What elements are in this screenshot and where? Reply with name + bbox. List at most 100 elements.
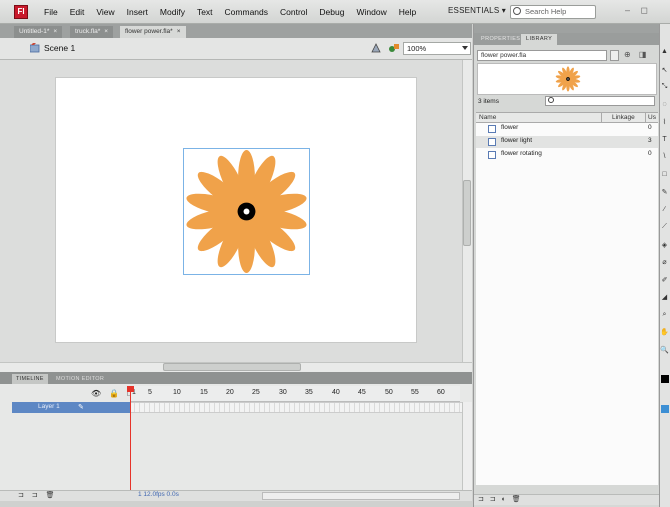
preview-flower [555,66,581,92]
menu-edit[interactable]: Edit [64,7,91,17]
scene-label[interactable]: Scene 1 [44,43,75,53]
column-divider[interactable] [645,113,646,123]
layer-row[interactable] [12,402,130,413]
tab-flower-power[interactable]: flower power.fla* × [120,26,186,38]
tab-label: flower power.fla* [125,28,173,35]
col-use-count[interactable]: Us [648,114,656,121]
tool-icon[interactable]: ◌ [660,101,669,108]
tab-motion-editor[interactable]: MOTION EDITOR [52,374,108,384]
close-icon[interactable]: × [177,28,181,35]
tool-icon[interactable]: ✐ [660,276,669,284]
col-linkage[interactable]: Linkage [612,114,635,121]
playhead-handle[interactable] [127,386,134,392]
panel-grip[interactable] [474,24,659,33]
workspace-switcher[interactable]: ESSENTIALS ▾ [448,6,506,15]
frame-ruler[interactable]: 1 5 10 15 20 25 30 35 40 45 50 55 60 [130,386,460,402]
tool-icon[interactable]: ▲ [660,48,669,55]
chevron-down-icon [462,46,468,50]
tool-icon[interactable]: \ [660,153,669,160]
tool-icon[interactable]: ⤡ [660,83,669,91]
layer-name[interactable]: Layer 1 [38,403,60,410]
zoom-select[interactable]: 100% [403,42,471,55]
layer-buttons[interactable]: ⊐ ⊐ 🗑 [18,491,58,499]
registration-point [567,78,569,80]
close-icon[interactable]: × [53,28,57,35]
zoom-value: 100% [407,44,427,53]
frame-number: 15 [200,389,208,396]
menu-control[interactable]: Control [274,7,313,17]
menu-insert[interactable]: Insert [121,7,154,17]
library-item-use-count: 0 [648,150,652,157]
tab-untitled-1[interactable]: Untitled-1* × [14,26,63,38]
tool-icon[interactable]: ∕ [660,206,669,213]
tool-icon[interactable]: ✋ [660,328,669,336]
edit-scene-icon[interactable] [388,42,400,54]
tab-label: Untitled-1* [19,28,50,35]
menu-help[interactable]: Help [393,7,422,17]
flash-window: Fl File Edit View Insert Modify Text Com… [0,0,670,507]
timeline-vertical-scrollbar[interactable] [462,402,472,490]
scene-icon [30,43,40,53]
library-item-name: flower [501,124,519,131]
tool-icon[interactable]: ↖ [660,66,669,74]
frame-number: 25 [252,389,260,396]
frame-number: 45 [358,389,366,396]
search-icon [513,7,521,15]
tool-icon[interactable]: T [660,136,669,143]
pin-icon[interactable]: ⊕ ◨ [624,50,649,59]
stroke-color-swatch[interactable] [661,375,669,383]
library-item[interactable]: flower rotating 0 [476,149,658,161]
movieclip-icon [488,125,496,133]
tool-icon[interactable]: ⌕ [660,311,669,319]
tab-label: truck.fla* [75,28,101,35]
pencil-icon: ✎ [78,404,84,411]
playhead[interactable] [130,386,131,496]
frame-cells[interactable] [130,402,462,413]
window-controls[interactable]: – ◻ [625,5,652,16]
tool-icon[interactable]: ⌇ [660,118,669,126]
menu-commands[interactable]: Commands [219,7,274,17]
library-item[interactable]: flower light 3 [476,136,658,148]
col-name[interactable]: Name [479,114,496,121]
menu-debug[interactable]: Debug [313,7,350,17]
fill-color-swatch[interactable] [661,405,669,413]
movieclip-icon [488,151,496,159]
menu-window[interactable]: Window [350,7,392,17]
library-buttons[interactable]: ⊐ ⊐ ◐ 🗑 [478,495,523,503]
menu-text[interactable]: Text [191,7,219,17]
chevron-down-icon[interactable] [610,50,619,61]
tab-properties[interactable]: PROPERTIES [476,34,525,45]
tab-truck[interactable]: truck.fla* × [70,26,114,38]
library-search-input[interactable] [545,96,655,106]
help-search-input[interactable]: Search Help [510,5,596,19]
edit-symbols-icon[interactable] [370,42,382,54]
frame-number: 40 [332,389,340,396]
library-item-name: flower light [501,137,533,144]
tool-icon[interactable]: ◢ [660,293,669,301]
tool-icon[interactable]: □ [660,171,669,178]
library-item-name: flower rotating [501,150,542,157]
timeline-tabs: TIMELINE MOTION EDITOR [0,372,472,384]
menu-view[interactable]: View [90,7,120,17]
close-icon[interactable]: × [104,28,108,35]
library-document-select[interactable]: flower power.fla [477,50,607,61]
library-item-use-count: 3 [648,137,652,144]
tool-icon[interactable]: 🔍 [660,346,669,354]
stage-vertical-scroll-thumb[interactable] [463,180,471,246]
tool-icon[interactable]: ⟋ [660,223,669,231]
stage-horizontal-scroll-thumb[interactable] [163,363,301,371]
column-divider[interactable] [601,113,602,123]
tab-library[interactable]: LIBRARY [521,34,558,45]
frame-number: 5 [148,389,152,396]
tool-icon[interactable]: ✎ [660,188,669,196]
library-item[interactable]: flower 0 [476,123,658,135]
frame-number: 60 [437,389,445,396]
timeline-horizontal-scrollbar[interactable] [262,492,460,500]
selection-bounding-box [183,148,310,275]
item-count: 3 items [478,98,499,105]
tab-timeline[interactable]: TIMELINE [12,374,48,384]
tool-icon[interactable]: ⌀ [660,258,669,266]
tool-icon[interactable]: ◈ [660,241,669,249]
menu-modify[interactable]: Modify [154,7,191,17]
menu-file[interactable]: File [38,7,64,17]
